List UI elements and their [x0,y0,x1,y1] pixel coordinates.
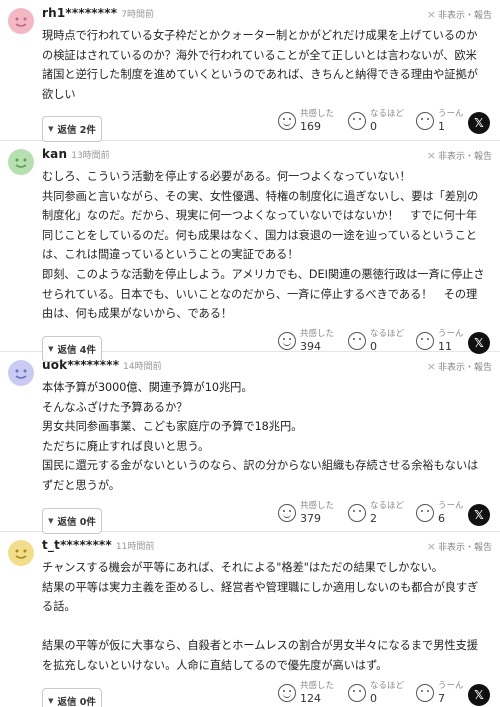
hide-report-button[interactable]: × 非表示・報告 [427,540,492,553]
smile-icon [278,683,296,702]
reaction-hmm-button[interactable]: うーん 6 [416,500,464,526]
comment-text: チャンスする機会が平等にあれば、それによる"格差"はただの結果でしかない。 結果… [42,561,479,672]
comment-item: t_t******** 11時間前 × 非表示・報告 チャンスする機会が平等にあれ… [0,532,500,707]
smile-icon [278,112,296,131]
timestamp: 7時間前 [121,10,154,20]
avatar [8,149,34,175]
close-icon: × [426,8,436,21]
reaction-insight-button[interactable]: なるほど 0 [348,680,404,706]
reaction-empathy-button[interactable]: 共感した 379 [278,500,334,526]
close-icon: × [426,360,436,373]
username[interactable]: rh1******** [42,6,117,20]
x-share-icon[interactable]: 𝕏 [468,112,490,135]
confused-icon [416,112,434,131]
comment-text: 現時点で行われている女子枠だとかクォーター制とかがどれだけ成果を上げているのかの… [42,29,478,101]
nod-icon [348,503,366,522]
comment-text: むしろ、こういう活動を停止する必要がある。何一つよくなっていない！ 共同参画と言… [42,170,485,321]
comment-item: rh1******** 7時間前 × 非表示・報告 現時点で行われている女子枠だと… [0,0,500,143]
close-icon: × [426,540,436,553]
timestamp: 14時間前 [123,362,162,372]
reaction-empathy-button[interactable]: 共感した 394 [278,328,334,354]
reaction-hmm-button[interactable]: うーん 1 [416,108,464,134]
username[interactable]: uok******** [42,358,119,372]
timestamp: 11時間前 [115,542,155,552]
confused-icon [416,331,434,350]
smile-icon [278,331,296,350]
comment-item: uok******** 14時間前 × 非表示・報告 本体予算が3000億、関連予… [0,352,500,534]
nod-icon [348,112,366,131]
reply-button[interactable]: ▼ 返信 0件 [42,687,102,707]
hide-report-button[interactable]: × 非表示・報告 [427,360,492,373]
reaction-empathy-button[interactable]: 共感した 124 [278,680,334,706]
reaction-insight-button[interactable]: なるほど 0 [348,328,404,354]
x-share-icon[interactable]: 𝕏 [468,331,490,354]
username[interactable]: kan [42,147,67,161]
smile-icon [278,503,296,522]
reaction-hmm-button[interactable]: うーん 11 [416,328,464,354]
username[interactable]: t_t******** [42,538,112,552]
reaction-insight-button[interactable]: なるほど 0 [348,108,404,134]
reply-button[interactable]: ▼ 返信 2件 [42,116,102,143]
reaction-hmm-button[interactable]: うーん 7 [416,680,464,706]
confused-icon [416,503,434,522]
close-icon: × [426,149,436,162]
hide-report-button[interactable]: × 非表示・報告 [427,149,492,162]
x-share-icon[interactable]: 𝕏 [468,503,490,526]
reply-button[interactable]: ▼ 返信 0件 [42,507,102,534]
confused-icon [416,683,434,702]
reaction-insight-button[interactable]: なるほど 2 [348,500,404,526]
hide-report-button[interactable]: × 非表示・報告 [427,8,492,21]
chevron-down-icon: ▼ [48,125,54,134]
reaction-empathy-button[interactable]: 共感した 169 [278,108,334,134]
comment-text: 本体予算が3000億、関連予算が10兆円。 そんなふざけた予算あるか？ 男女共同… [42,381,479,492]
chevron-down-icon: ▼ [48,696,54,705]
avatar [8,540,34,566]
chevron-down-icon: ▼ [48,516,54,525]
avatar [8,360,34,386]
timestamp: 13時間前 [71,151,110,161]
x-share-icon[interactable]: 𝕏 [468,683,490,706]
nod-icon [348,331,366,350]
comment-item: kan 13時間前 × 非表示・報告 むしろ、こういう活動を停止する必要がある。何… [0,141,500,362]
nod-icon [348,683,366,702]
avatar [8,8,34,34]
